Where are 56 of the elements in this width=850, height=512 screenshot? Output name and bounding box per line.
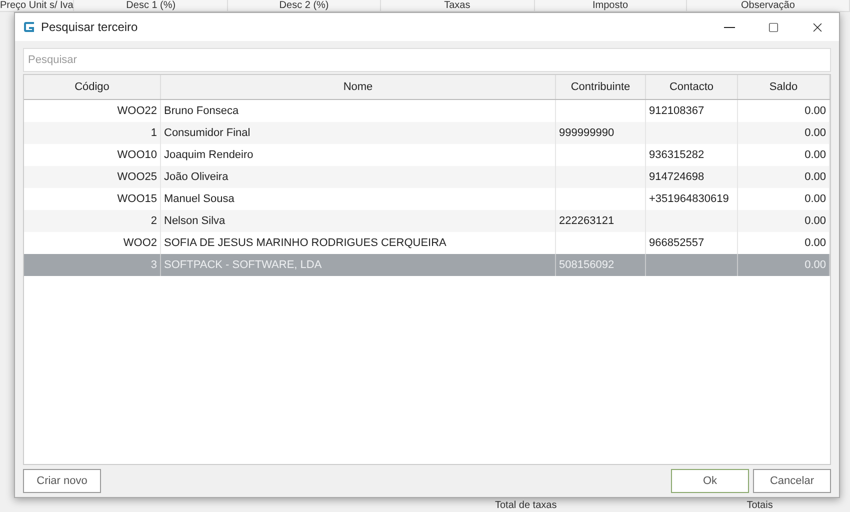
table-cell: WOO2	[123, 237, 157, 249]
table-cell: +351964830619	[649, 193, 729, 205]
table-cell: 0.00	[804, 237, 826, 249]
table-cell: 966852557	[649, 237, 704, 249]
table-cell: Nelson Silva	[164, 215, 226, 227]
table-cell: 508156092	[559, 259, 614, 271]
footer-label: Totais	[746, 499, 773, 512]
ok-button[interactable]: Ok	[671, 469, 749, 493]
table-cell: 999999990	[559, 127, 614, 139]
table-cell: 1	[150, 127, 157, 139]
table-row[interactable]: 1 Consumidor Final 999999990 0.00	[24, 122, 830, 144]
column-header: Preço Unit s/ Iva	[0, 0, 74, 11]
table-cell: Bruno Fonseca	[164, 105, 239, 117]
footer-label: Total de taxas	[495, 499, 557, 512]
column-header: Observação	[686, 0, 850, 11]
table-cell: 3	[150, 259, 157, 271]
column-header[interactable]: Contribuinte	[556, 75, 646, 99]
table-cell: 912108367	[649, 105, 704, 117]
create-new-button[interactable]: Criar novo	[23, 469, 101, 493]
table-cell: 0.00	[804, 193, 826, 205]
table-cell: WOO15	[117, 193, 157, 205]
table-cell: 914724698	[649, 171, 704, 183]
table-cell: 222263121	[559, 215, 614, 227]
table-cell: SOFTPACK - SOFTWARE, LDA	[164, 259, 322, 271]
table-cell: 0.00	[804, 215, 826, 227]
table-cell: Joaquim Rendeiro	[164, 149, 254, 161]
table-row[interactable]: 2 Nelson Silva 222263121 0.00	[24, 210, 830, 232]
column-header[interactable]: Código	[24, 75, 161, 99]
column-header: Taxas	[380, 0, 535, 11]
column-header[interactable]: Saldo	[738, 75, 830, 99]
column-header[interactable]: Contacto	[646, 75, 738, 99]
search-field[interactable]: Pesquisar	[23, 48, 831, 72]
table-cell: 0.00	[804, 127, 826, 139]
table-cell: 0.00	[804, 259, 826, 271]
column-header: Desc 2 (%)	[228, 0, 381, 11]
column-header: Desc 1 (%)	[74, 0, 228, 11]
table-cell: SOFIA DE JESUS MARINHO RODRIGUES CERQUEIRA	[164, 237, 446, 249]
table-row[interactable]: WOO25 João Oliveira 914724698 0.00	[24, 166, 830, 188]
column-header[interactable]: Nome	[161, 75, 556, 99]
table-cell: WOO25	[117, 171, 157, 183]
table-cell: Manuel Sousa	[164, 193, 234, 205]
table-cell: 936315282	[649, 149, 704, 161]
minimize-icon	[724, 26, 734, 28]
table-cell: Consumidor Final	[164, 127, 250, 139]
app-logo-icon	[23, 21, 35, 33]
table-cell: WOO22	[117, 105, 157, 117]
table-cell: João Oliveira	[164, 171, 228, 183]
column-header: Imposto	[534, 0, 687, 11]
maximize-icon	[768, 22, 778, 32]
cancel-button[interactable]: Cancelar	[753, 469, 831, 493]
table-cell: 0.00	[804, 149, 826, 161]
window-title: Pesquisar terceiro	[41, 19, 138, 36]
table-cell: 2	[150, 215, 157, 227]
table-cell: 0.00	[804, 171, 826, 183]
table-cell: WOO10	[117, 149, 157, 161]
table-cell: 0.00	[804, 105, 826, 117]
